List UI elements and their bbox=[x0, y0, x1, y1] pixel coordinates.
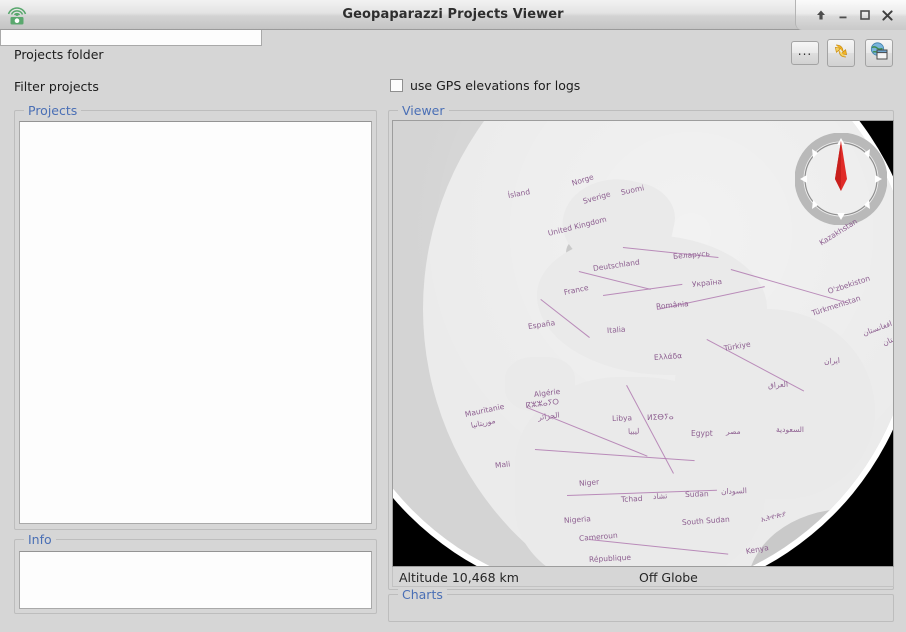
map-country-label: العراق bbox=[767, 379, 789, 390]
map-country-label: ایران bbox=[823, 355, 841, 366]
gps-elevations-checkbox-row[interactable]: use GPS elevations for logs bbox=[390, 78, 580, 93]
window-controls bbox=[795, 0, 906, 30]
map-country-label: Tchad bbox=[620, 493, 643, 504]
map-country-label: مصر bbox=[726, 427, 741, 436]
map-country-label: ⵍⵉⴱⵢⴰ bbox=[646, 412, 674, 422]
globe-render: United Kingdom Deutschland France España Ita… bbox=[393, 121, 893, 566]
projects-group-title: Projects bbox=[24, 103, 82, 118]
browse-folder-button[interactable]: ... bbox=[791, 41, 819, 65]
projects-list[interactable] bbox=[19, 121, 372, 524]
map-country-label: السودان bbox=[720, 486, 748, 496]
altitude-readout: Altitude 10,468 km bbox=[399, 570, 519, 585]
map-country-label: Italia bbox=[606, 324, 626, 335]
rollup-button[interactable] bbox=[810, 4, 832, 26]
title-bar: Geopaparazzi Projects Viewer bbox=[0, 0, 906, 30]
map-country-label: Libya bbox=[611, 413, 633, 423]
globe-window-icon bbox=[869, 41, 889, 65]
minimize-button[interactable] bbox=[832, 4, 854, 26]
globe-state-readout: Off Globe bbox=[639, 570, 698, 585]
info-group-title: Info bbox=[24, 532, 56, 547]
charts-group: Charts bbox=[388, 587, 894, 622]
globe-viewer-canvas[interactable]: United Kingdom Deutschland France España Ita… bbox=[392, 120, 894, 567]
reload-projects-button[interactable] bbox=[827, 39, 855, 67]
map-country-label: تشاد bbox=[652, 491, 668, 501]
close-button[interactable] bbox=[876, 4, 898, 26]
charts-group-title: Charts bbox=[398, 587, 447, 602]
open-globe-button[interactable] bbox=[865, 39, 893, 67]
globe-status-bar: Altitude 10,468 km Off Globe bbox=[392, 567, 894, 587]
map-country-label: Sudan bbox=[684, 489, 709, 499]
maximize-button[interactable] bbox=[854, 4, 876, 26]
refresh-arrows-icon bbox=[831, 41, 851, 65]
map-country-label: السعودية bbox=[776, 425, 805, 434]
map-country-label: ليبيا bbox=[627, 426, 640, 436]
map-country-label: Niger bbox=[578, 477, 600, 488]
projects-folder-label: Projects folder bbox=[14, 47, 104, 62]
map-country-label: Nigeria bbox=[563, 514, 592, 525]
viewer-group-title: Viewer bbox=[398, 103, 449, 118]
map-country-label: Egypt bbox=[691, 429, 713, 438]
gps-elevations-label: use GPS elevations for logs bbox=[410, 78, 581, 93]
browse-folder-label: ... bbox=[797, 44, 813, 58]
info-panel[interactable] bbox=[19, 551, 372, 609]
filter-projects-label: Filter projects bbox=[14, 79, 99, 94]
compass-rose-icon[interactable] bbox=[794, 132, 888, 226]
app-window: Geopaparazzi Projects Viewer Projects fo… bbox=[0, 0, 906, 632]
gps-elevations-checkbox[interactable] bbox=[390, 79, 403, 92]
window-title: Geopaparazzi Projects Viewer bbox=[342, 7, 564, 22]
map-country-label: Mali bbox=[494, 459, 511, 470]
